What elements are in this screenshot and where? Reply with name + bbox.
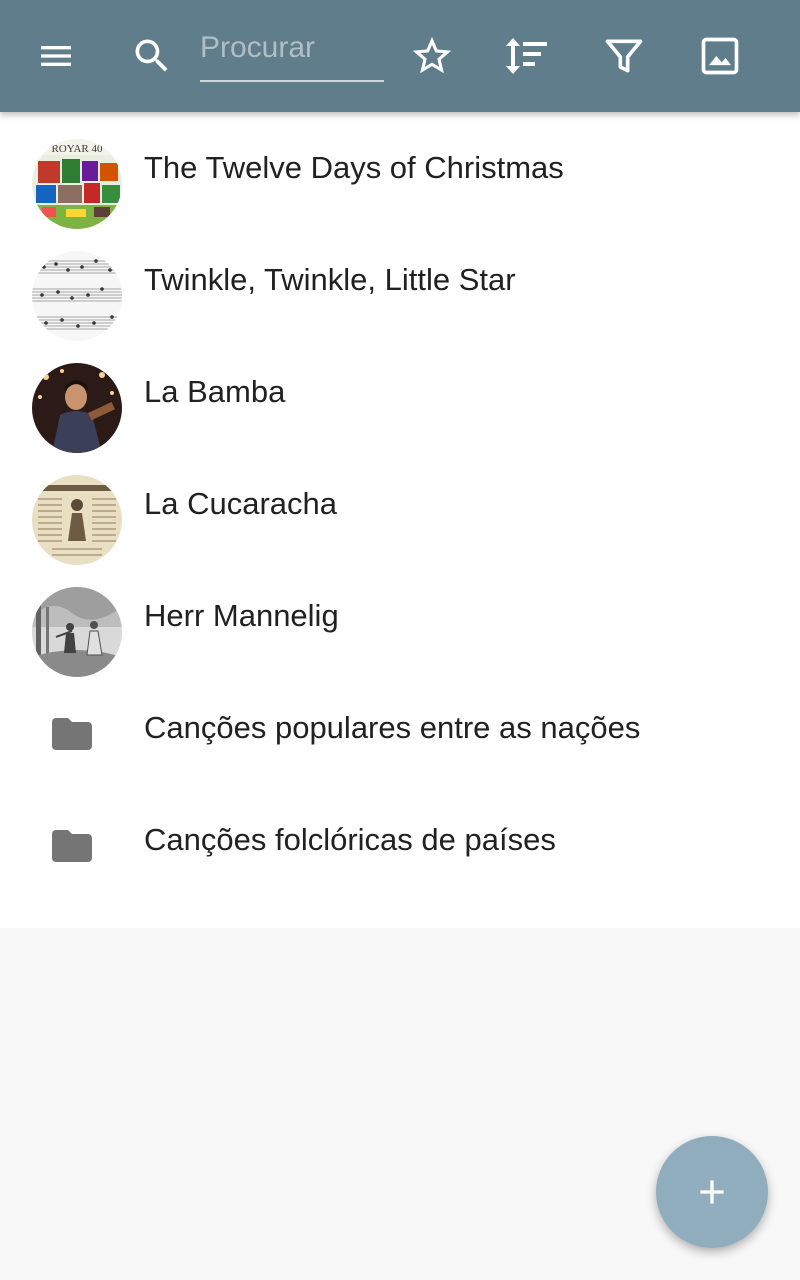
song-list: ROYAR 40 The Twelve Days of Christmas Tw… [0,112,800,928]
search-icon [135,39,168,72]
list-item-title: La Bamba [144,374,286,409]
list-item-title: La Cucaracha [144,486,338,521]
list-item[interactable]: Twinkle, Twinkle, Little Star [0,224,800,341]
plus-icon [700,1180,724,1204]
folder-icon [48,710,96,763]
engraving-thumbnail [32,587,122,677]
search-field [200,20,384,82]
image-icon [701,37,739,75]
sort-icon [506,38,547,74]
list-item[interactable]: Canções populares entre as nações [0,672,800,784]
list-item-title: Twinkle, Twinkle, Little Star [144,262,516,297]
menu-icon [41,46,71,66]
star-outline-icon [412,36,452,74]
list-item[interactable]: La Bamba [0,336,800,453]
performer-thumbnail [32,363,122,453]
search-button[interactable] [120,24,184,88]
list-item-title: The Twelve Days of Christmas [144,150,564,185]
filter-button[interactable] [592,24,656,88]
favorites-button[interactable] [400,24,464,88]
list-item-title: Canções folclóricas de países [144,822,556,857]
list-item-title: Herr Mannelig [144,598,339,633]
christmas-thumbnail: ROYAR 40 [32,139,122,229]
broadside-thumbnail [32,475,122,565]
list-item[interactable]: ROYAR 40 The Twelve Days of Christmas [0,112,800,229]
svg-text:ROYAR 40: ROYAR 40 [51,143,103,155]
sort-button[interactable] [495,24,559,88]
app-toolbar [0,0,800,112]
list-item[interactable]: Canções folclóricas de países [0,784,800,896]
list-item-title: Canções populares entre as nações [144,710,641,745]
menu-button[interactable] [24,24,88,88]
filter-icon [605,39,643,73]
folder-icon [48,822,96,875]
sheet-music-thumbnail [32,251,122,341]
add-button[interactable] [656,1136,768,1248]
list-item[interactable]: La Cucaracha [0,448,800,565]
search-input[interactable] [200,20,384,76]
image-view-button[interactable] [688,24,752,88]
list-item[interactable]: Herr Mannelig [0,560,800,677]
